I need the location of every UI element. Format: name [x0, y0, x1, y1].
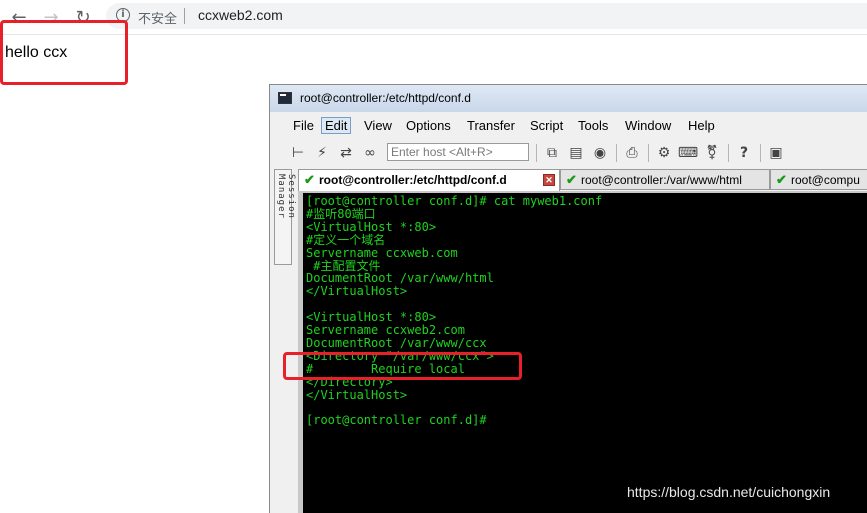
- url-text[interactable]: ccxweb2.com: [198, 7, 283, 23]
- toolbar-separator: [616, 144, 617, 162]
- terminal-line: </VirtualHost>: [306, 284, 408, 299]
- tab-label: root@controller:/etc/httpd/conf.d: [319, 173, 507, 187]
- settings-gear-icon[interactable]: ⚙: [654, 143, 674, 163]
- toolbar-separator: [760, 144, 761, 162]
- menu-edit[interactable]: Edit: [321, 117, 352, 134]
- tab-label: root@compu: [791, 173, 860, 187]
- screen-icon[interactable]: ▣: [766, 143, 786, 163]
- menu-script[interactable]: Script: [530, 118, 563, 133]
- toolbar-separator: [536, 144, 537, 162]
- key-icon[interactable]: ⚧: [702, 143, 722, 163]
- keymap-icon[interactable]: ⌨: [678, 143, 698, 163]
- window-title: root@controller:/etc/httpd/conf.d: [300, 91, 471, 105]
- terminal-line: #监听80端口: [306, 206, 376, 221]
- menu-bar: File Edit View Options Transfer Script T…: [270, 115, 867, 137]
- toolbar: ⊢ ⚡ ⇄ ∞ Enter host <Alt+R> ⧉ ▤ ◉ ⎙ ⚙ ⌨ ⚧…: [270, 140, 867, 166]
- menu-transfer[interactable]: Transfer: [467, 118, 515, 133]
- tab-session-html[interactable]: ✔ root@controller:/var/www/html: [560, 169, 770, 190]
- host-input[interactable]: Enter host <Alt+R>: [387, 143, 529, 161]
- menu-help[interactable]: Help: [688, 118, 715, 133]
- toolbar-separator: [728, 144, 729, 162]
- connect-tree-icon[interactable]: ⊢: [288, 143, 308, 163]
- terminal-line: DocumentRoot /var/www/ccx: [306, 335, 487, 350]
- print-icon[interactable]: ⎙: [622, 143, 642, 163]
- toolbar-separator: [648, 144, 649, 162]
- tab-session-confd[interactable]: ✔ root@controller:/etc/httpd/conf.d ✕: [298, 169, 560, 191]
- link-icon[interactable]: ∞: [360, 143, 380, 163]
- address-bar[interactable]: i 不安全 ccxweb2.com: [106, 3, 867, 29]
- menu-tools[interactable]: Tools: [578, 118, 608, 133]
- terminal-line: </VirtualHost>: [306, 387, 408, 402]
- terminal-line: [root@controller conf.d]# cat myweb1.con…: [306, 194, 603, 208]
- securecrt-window: root@controller:/etc/httpd/conf.d File E…: [269, 84, 867, 513]
- find-binoculars-icon[interactable]: ◉: [590, 143, 610, 163]
- highlight-box-require-local: [283, 352, 522, 380]
- watermark-text: https://blog.csdn.net/cuichongxin: [627, 484, 831, 500]
- menu-options[interactable]: Options: [406, 118, 451, 133]
- browser-toolbar: ← → ↻ i 不安全 ccxweb2.com: [0, 0, 867, 35]
- menu-file[interactable]: File: [293, 118, 314, 133]
- quick-connect-lightning-icon[interactable]: ⚡: [312, 143, 332, 163]
- session-manager-panel[interactable]: Session Manager: [274, 169, 296, 265]
- terminal-line: #定义一个域名: [306, 232, 386, 247]
- insecure-label: 不安全: [138, 12, 178, 27]
- terminal-output: [root@controller conf.d]# cat myweb1.con…: [306, 195, 602, 427]
- help-question-icon[interactable]: ?: [734, 143, 754, 163]
- reconnect-icon[interactable]: ⇄: [336, 143, 356, 163]
- terminal-line: Servername ccxweb.com: [306, 245, 458, 260]
- highlight-box-page: [0, 20, 128, 85]
- tab-session-compute[interactable]: ✔ root@compu: [770, 169, 867, 190]
- terminal-line: [root@controller conf.d]#: [306, 413, 487, 428]
- tab-close-icon[interactable]: ✕: [543, 174, 555, 186]
- connected-check-icon: ✔: [304, 172, 315, 187]
- tab-label: root@controller:/var/www/html: [581, 173, 742, 187]
- copy-icon[interactable]: ⧉: [542, 143, 562, 163]
- paste-icon[interactable]: ▤: [566, 143, 586, 163]
- connected-check-icon: ✔: [776, 172, 787, 187]
- terminal-line: <VirtualHost *:80>: [306, 219, 437, 234]
- window-titlebar: root@controller:/etc/httpd/conf.d: [270, 85, 867, 112]
- securecrt-app-icon: [278, 92, 292, 104]
- address-divider: [184, 8, 185, 24]
- session-manager-label: Session Manager: [276, 174, 296, 219]
- menu-window[interactable]: Window: [625, 118, 671, 133]
- menu-view[interactable]: View: [364, 118, 392, 133]
- connected-check-icon: ✔: [566, 172, 577, 187]
- session-tabs: ✔ root@controller:/etc/httpd/conf.d ✕ ✔ …: [298, 169, 867, 191]
